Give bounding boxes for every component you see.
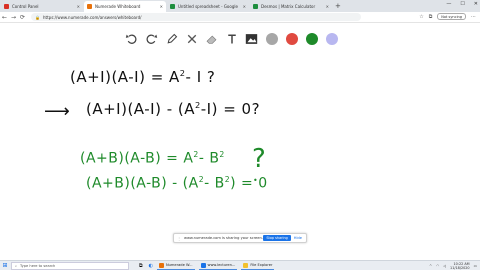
forward-arrow-icon[interactable]: → [9,14,18,21]
close-icon[interactable]: ✕ [77,4,80,9]
equation-text: (A+I)(A-I) = A [70,68,180,86]
screen-share-notification: ⋮ www.numerade.com is sharing your scree… [173,233,307,243]
taskbar-app-lecture[interactable]: www.lecturen... [198,261,238,270]
equation-text: - B [204,175,225,192]
search-placeholder: Type here to search [20,263,56,268]
chrome-icon [158,262,164,268]
hide-button[interactable]: Hide [294,236,302,240]
taskbar-pinned: ⧉ ◐ [139,263,153,269]
equation-line-4: (A+B)(A-B) - (A2- B2) = 0 [86,175,268,191]
equation-text: (A+B)(A-B) - (A [86,175,199,192]
equation-text: - B [198,150,220,167]
equation-text: -I) = 0? [200,100,261,118]
equation-text: (A+I)(A-I) - (A [86,100,195,118]
task-view-icon[interactable]: ⧉ [139,263,143,269]
lock-icon: 🔒 [35,14,40,20]
equation-line-1: (A+I)(A-I) = A2- I ? [70,68,215,86]
purple-circle-icon [325,33,338,45]
taskbar-search-box[interactable]: ⌕ Type here to search [11,261,129,270]
refresh-icon[interactable]: ⟳ [18,14,27,21]
tab-label: Control Panel [12,4,39,9]
stop-sharing-button[interactable]: Stop sharing [263,235,291,241]
close-window-button[interactable]: ✕ [474,1,478,7]
equation-text: (A+B)(A-B) = A [80,150,194,167]
equation-line-2: (A+I)(A-I) - (A2-I) = 0? [86,100,260,118]
tab-control-panel[interactable]: Control Panel ✕ [1,1,83,12]
exponent: 2 [219,150,225,159]
color-red-swatch[interactable] [284,32,299,47]
dot-mark: • [253,176,259,185]
tab-label: Numerade Whiteboard [95,4,141,9]
folder-icon [243,262,249,268]
close-icon[interactable]: ✕ [160,4,163,9]
image-icon[interactable] [244,32,259,47]
time: 10:22 AM [453,261,470,266]
clock[interactable]: 10:22 AM 11/18/2020 [450,262,470,270]
gray-circle-icon [265,33,278,45]
taskbar-app-label: Numerade W... [165,263,193,267]
edge-icon[interactable]: ◐ [149,263,153,269]
share-message: www.numerade.com is sharing your screen. [184,236,263,240]
date: 11/18/2020 [450,265,470,270]
undo-icon[interactable] [124,32,139,47]
address-bar: ← → ⟳ 🔒 https://www.numerade.com/answers… [0,12,480,23]
search-icon: ⌕ [15,263,18,268]
sync-status-button[interactable]: Not syncing [437,13,466,20]
tab-desmos[interactable]: Desmos | Matrix Calculator ✕ [250,1,332,12]
tab-strip: Control Panel ✕ Numerade Whiteboard ✕ Un… [0,0,480,12]
tools-icon[interactable] [184,32,199,47]
tab-google-sheets[interactable]: Untitled spreadsheet - Google ✕ [167,1,249,12]
minimize-button[interactable]: — [446,1,451,7]
color-gray-swatch[interactable] [264,32,279,47]
volume-icon[interactable]: ◁ [443,264,446,268]
browser-window: Control Panel ✕ Numerade Whiteboard ✕ Un… [0,0,480,270]
equation-text: ) = 0 [230,175,268,192]
chevron-up-icon[interactable]: ^ [429,264,432,268]
close-icon[interactable]: ✕ [326,4,329,9]
back-arrow-icon[interactable]: ← [0,14,9,21]
whiteboard-toolbar [124,26,339,52]
numerade-favicon-icon [87,4,92,9]
whiteboard-canvas[interactable]: (A+I)(A-I) = A2- I ? ⟶ (A+I)(A-I) - (A2-… [0,54,480,230]
chrome-icon [200,262,206,268]
sheets-favicon-icon [170,4,175,9]
system-tray: ^ ◠ ◁ 10:22 AM 11/18/2020 ▭ [429,261,477,270]
redo-icon[interactable] [144,32,159,47]
eraser-icon[interactable] [204,32,219,47]
url-text: https://www.numerade.com/answers/whitebo… [42,14,142,20]
notifications-icon[interactable]: ▭ [474,264,477,268]
wifi-icon[interactable]: ◠ [436,264,439,268]
new-tab-button[interactable]: + [335,1,341,12]
drag-handle-icon[interactable]: ⋮ [177,236,181,241]
green-circle-icon [305,33,318,45]
taskbar-app-label: www.lecturen... [207,263,236,267]
taskbar-app-numerade[interactable]: Numerade W... [156,261,195,270]
red-circle-icon [285,33,298,45]
tab-label: Desmos | Matrix Calculator [261,4,316,9]
taskbar-app-label: File Explorer [250,263,273,267]
more-menu-icon[interactable]: ⋯ [471,14,476,20]
text-tool-icon[interactable] [224,32,239,47]
question-mark: ? [252,144,267,174]
extensions-icon[interactable]: ⧉ [429,14,433,20]
tab-numerade-whiteboard[interactable]: Numerade Whiteboard ✕ [84,1,166,12]
tab-label: Untitled spreadsheet - Google [178,4,238,9]
control-panel-favicon-icon [4,4,9,9]
window-controls: — ☐ ✕ [446,1,478,7]
url-field[interactable]: 🔒 https://www.numerade.com/answers/white… [31,13,361,21]
desmos-favicon-icon [253,4,258,9]
color-purple-swatch[interactable] [324,32,339,47]
equation-line-3: (A+B)(A-B) = A2- B2 [80,150,225,166]
maximize-button[interactable]: ☐ [460,1,464,7]
address-bar-actions: ☆ ⧉ Not syncing ⋯ [419,13,476,20]
arrow-mark: ⟶ [44,101,71,122]
star-icon[interactable]: ☆ [419,14,423,20]
pen-icon[interactable] [164,32,179,47]
windows-start-icon[interactable]: ⊞ [0,262,10,269]
taskbar-app-explorer[interactable]: File Explorer [241,261,275,270]
equation-text: - I ? [185,68,216,86]
close-icon[interactable]: ✕ [243,4,246,9]
taskbar: ⊞ ⌕ Type here to search ⧉ ◐ Numerade W..… [0,260,480,270]
color-green-swatch[interactable] [304,32,319,47]
